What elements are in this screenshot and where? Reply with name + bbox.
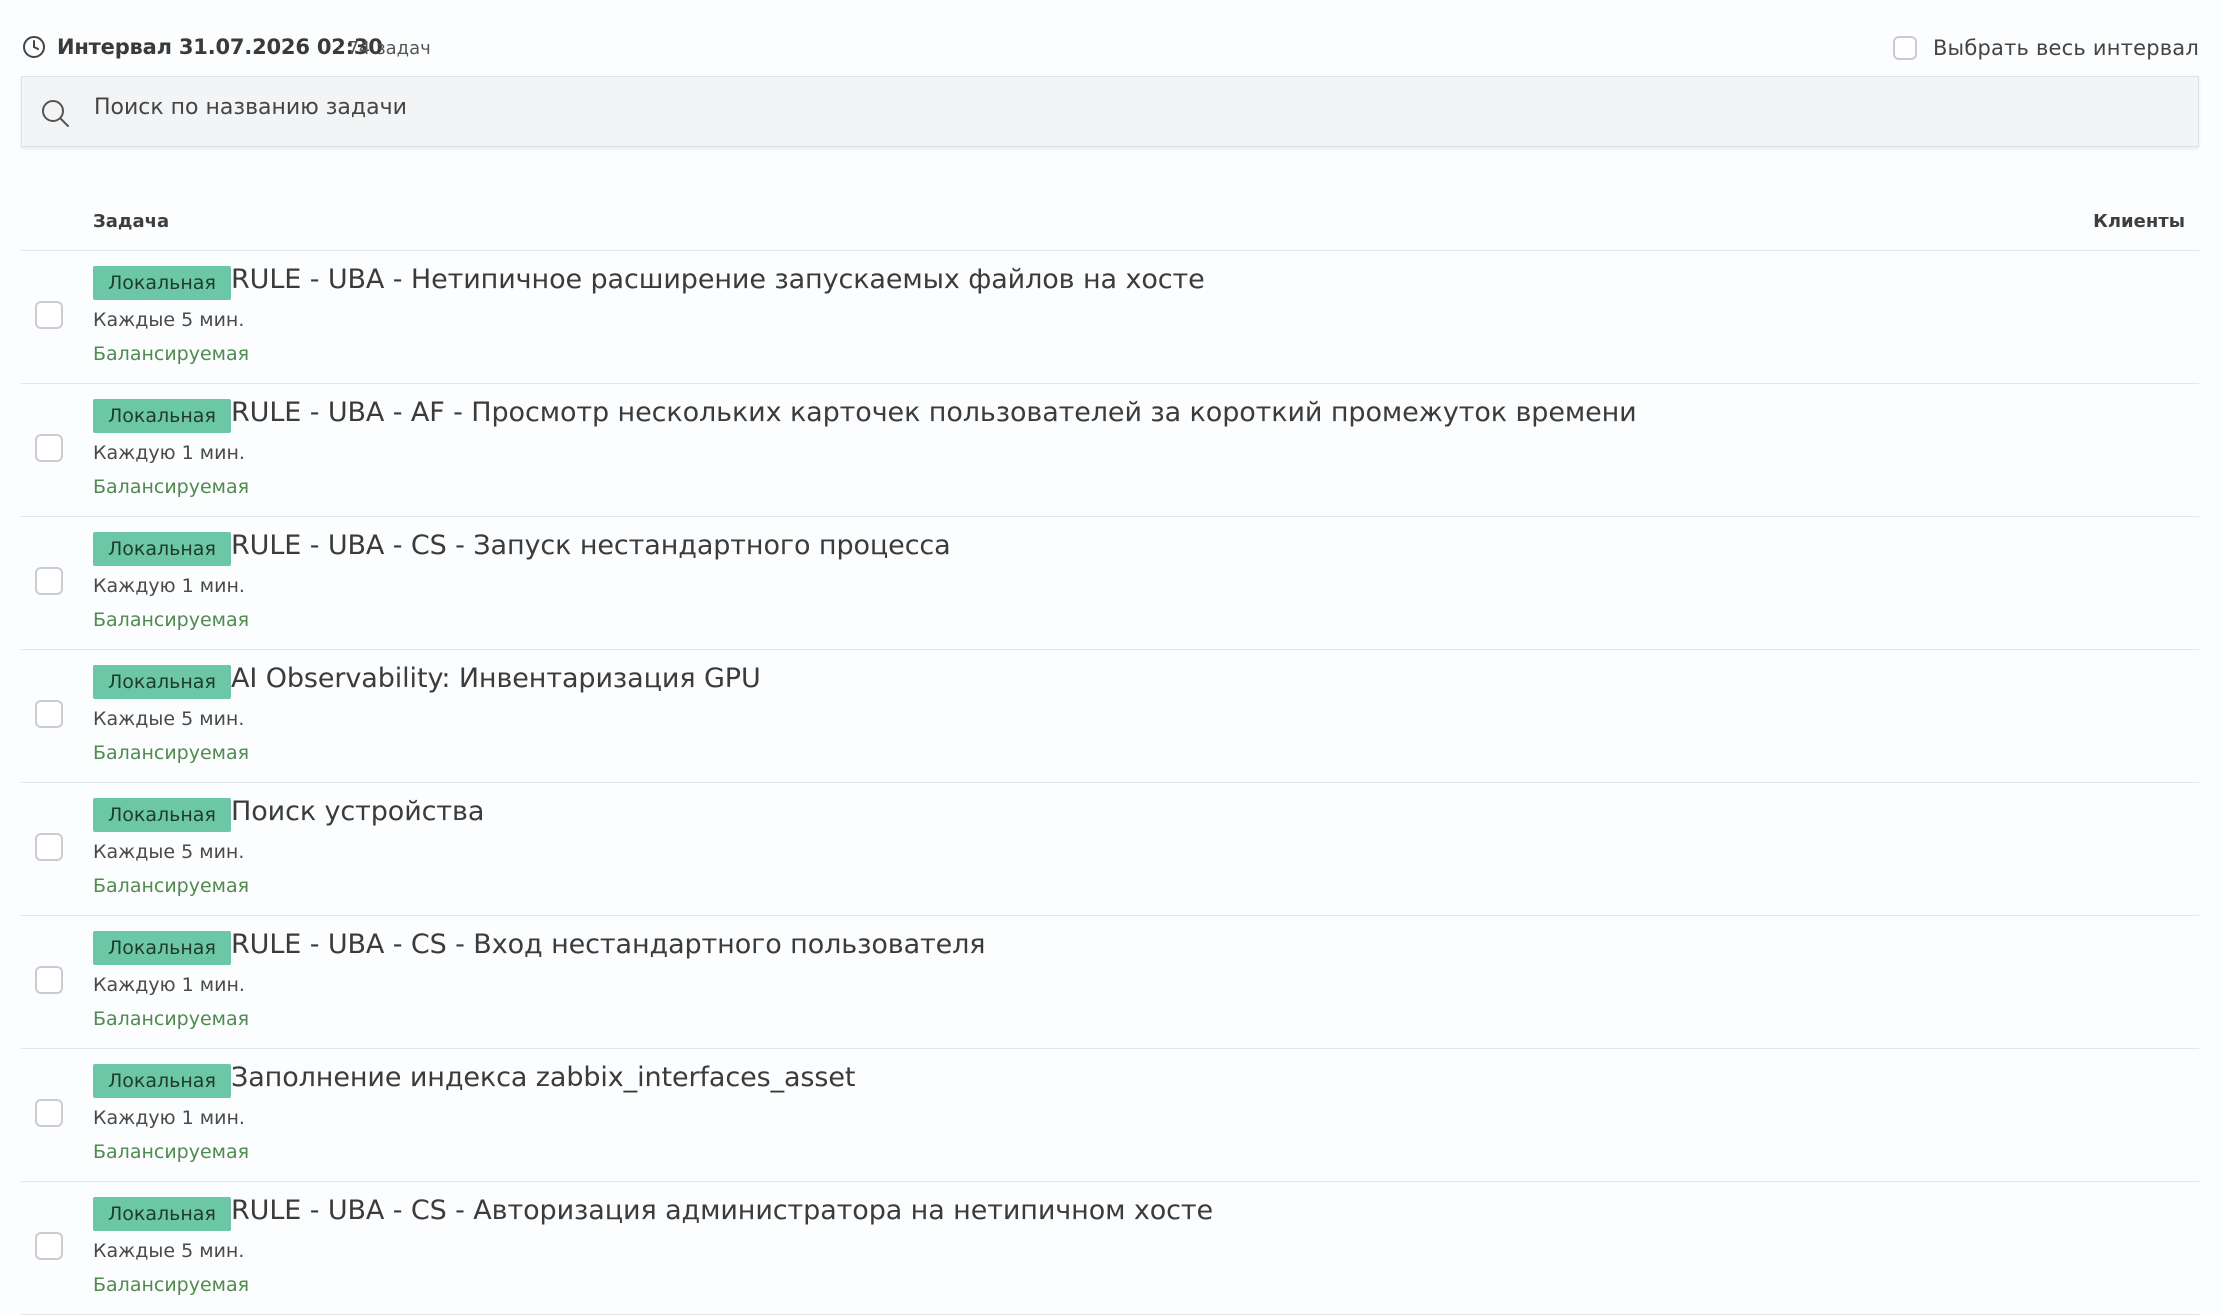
- table-row[interactable]: Локальная Поиск устройства Каждые 5 мин.…: [21, 783, 2199, 916]
- column-header-clients[interactable]: Клиенты: [2093, 211, 2185, 232]
- task-type-badge: Локальная: [93, 1197, 231, 1231]
- task-list: Локальная RULE - UBA - Нетипичное расшир…: [21, 251, 2199, 1315]
- task-type-badge: Локальная: [93, 1064, 231, 1098]
- row-checkbox[interactable]: [35, 1099, 63, 1127]
- task-mode: Балансируемая: [93, 875, 250, 897]
- task-schedule: Каждую 1 мин.: [93, 575, 245, 597]
- task-mode: Балансируемая: [93, 1141, 250, 1163]
- task-name[interactable]: RULE - UBA - CS - Вход нестандартного по…: [231, 929, 986, 960]
- task-type-badge: Локальная: [93, 532, 231, 566]
- task-count: · 74 задач: [336, 38, 431, 59]
- task-name[interactable]: Заполнение индекса zabbix_interfaces_ass…: [231, 1062, 855, 1093]
- task-name[interactable]: RULE - UBA - CS - Запуск нестандартного …: [231, 530, 951, 561]
- table-row[interactable]: Локальная Заполнение индекса zabbix_inte…: [21, 1049, 2199, 1182]
- task-name[interactable]: AI Observability: Инвентаризация GPU: [231, 663, 761, 694]
- select-all-checkbox[interactable]: [1892, 36, 1917, 60]
- table-row[interactable]: Локальная RULE - UBA - AF - Просмотр нес…: [21, 384, 2199, 517]
- column-header-task[interactable]: Задача: [93, 211, 169, 232]
- task-name[interactable]: RULE - UBA - CS - Авторизация администра…: [231, 1195, 1213, 1226]
- row-checkbox[interactable]: [35, 434, 63, 462]
- search-input[interactable]: [94, 95, 2094, 120]
- task-type-badge: Локальная: [93, 798, 231, 832]
- row-checkbox[interactable]: [35, 301, 63, 329]
- task-schedule: Каждые 5 мин.: [93, 841, 245, 863]
- task-mode: Балансируемая: [93, 609, 250, 631]
- table-row[interactable]: Локальная RULE - UBA - CS - Вход нестанд…: [21, 916, 2199, 1049]
- task-name[interactable]: Поиск устройства: [231, 796, 484, 827]
- task-mode: Балансируемая: [93, 1008, 250, 1030]
- row-checkbox[interactable]: [35, 567, 63, 595]
- row-checkbox[interactable]: [35, 700, 63, 728]
- interval-title: Интервал 31.07.2026 02:30: [57, 35, 383, 59]
- task-type-badge: Локальная: [93, 266, 231, 300]
- task-schedule: Каждые 5 мин.: [93, 1240, 245, 1262]
- task-schedule: Каждые 5 мин.: [93, 309, 245, 331]
- interval-header: Интервал 31.07.2026 02:30 · 74 задач Выб…: [21, 30, 2199, 66]
- task-mode: Балансируемая: [93, 742, 250, 764]
- task-schedule: Каждые 5 мин.: [93, 708, 245, 730]
- task-type-badge: Локальная: [93, 931, 231, 965]
- task-mode: Балансируемая: [93, 476, 250, 498]
- task-name[interactable]: RULE - UBA - AF - Просмотр нескольких ка…: [231, 397, 1637, 428]
- search-icon: [42, 100, 69, 127]
- table-row[interactable]: Локальная AI Observability: Инвентаризац…: [21, 650, 2199, 783]
- task-name[interactable]: RULE - UBA - Нетипичное расширение запус…: [231, 264, 1205, 295]
- task-type-badge: Локальная: [93, 399, 231, 433]
- row-checkbox[interactable]: [35, 966, 63, 994]
- task-mode: Балансируемая: [93, 343, 250, 365]
- clock-icon: [23, 36, 45, 58]
- task-schedule: Каждую 1 мин.: [93, 974, 245, 996]
- table-header: Задача Клиенты: [21, 200, 2199, 251]
- select-all-label: Выбрать весь интервал: [1932, 36, 2199, 60]
- row-checkbox[interactable]: [35, 1232, 63, 1260]
- search-bar[interactable]: [21, 76, 2199, 147]
- table-row[interactable]: Локальная RULE - UBA - CS - Авторизация …: [21, 1182, 2199, 1315]
- task-schedule: Каждую 1 мин.: [93, 442, 245, 464]
- task-schedule: Каждую 1 мин.: [93, 1107, 245, 1129]
- task-mode: Балансируемая: [93, 1274, 250, 1296]
- task-type-badge: Локальная: [93, 665, 231, 699]
- row-checkbox[interactable]: [35, 833, 63, 861]
- table-row[interactable]: Локальная RULE - UBA - Нетипичное расшир…: [21, 251, 2199, 384]
- table-row[interactable]: Локальная RULE - UBA - CS - Запуск неста…: [21, 517, 2199, 650]
- select-all-interval[interactable]: Выбрать весь интервал: [1892, 30, 2199, 66]
